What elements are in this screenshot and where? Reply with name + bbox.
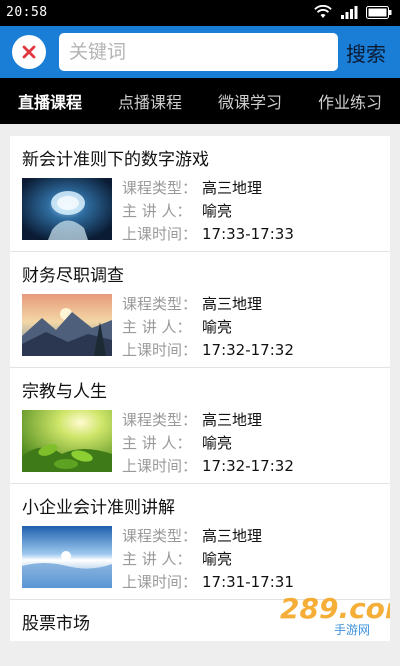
search-bar: 搜索 <box>0 26 400 78</box>
status-time: 20:58 <box>6 5 48 20</box>
course-time: 17:32-17:32 <box>202 456 294 475</box>
course-meta: 课程类型： 高三地理 主 讲 人： 喻亮 上课时间： 17:31-17:31 <box>122 527 294 591</box>
tab-live-courses[interactable]: 直播课程 <box>0 78 100 124</box>
signal-icon <box>341 6 358 19</box>
course-meta: 课程类型： 高三地理 主 讲 人： 喻亮 上课时间： 17:32-17:32 <box>122 411 294 475</box>
list-item[interactable]: 宗教与人生 课程类型： 高三地理 主 讲 人： 喻亮 上课时间： 17:32-17:3… <box>10 368 390 484</box>
course-teacher: 喻亮 <box>202 318 233 336</box>
course-teacher: 喻亮 <box>202 550 233 568</box>
course-type: 高三地理 <box>202 527 263 545</box>
watermark-subtext: 手游网 <box>334 623 370 636</box>
course-time: 17:31-17:31 <box>202 572 294 591</box>
course-title: 财务尽职调查 <box>22 266 124 286</box>
course-thumbnail <box>22 294 112 356</box>
course-thumbnail <box>22 526 112 588</box>
course-thumbnail <box>22 410 112 472</box>
course-thumbnail <box>22 178 112 240</box>
course-type: 高三地理 <box>202 295 263 313</box>
course-title: 新会计准则下的数字游戏 <box>22 150 209 170</box>
clear-button[interactable] <box>12 35 46 69</box>
battery-icon <box>366 5 392 19</box>
course-teacher: 喻亮 <box>202 202 233 220</box>
tab-homework[interactable]: 作业练习 <box>300 78 400 124</box>
tab-bar: 直播课程 点播课程 微课学习 作业练习 <box>0 78 400 124</box>
course-title: 宗教与人生 <box>22 382 107 402</box>
tab-on-demand-courses[interactable]: 点播课程 <box>100 78 200 124</box>
wifi-icon <box>314 5 332 18</box>
list-item[interactable]: 新会计准则下的数字游戏 课程类型： 高三地理 主 讲 人： 喻亮 上课时间： 17:3… <box>10 136 390 252</box>
watermark-text: 289.com <box>280 592 390 625</box>
status-bar: 20:58 <box>0 0 400 26</box>
course-title: 股票市场 <box>22 614 90 634</box>
course-list: 新会计准则下的数字游戏 课程类型： 高三地理 主 讲 人： 喻亮 上课时间： 17:3… <box>10 136 390 641</box>
search-input[interactable] <box>59 33 338 71</box>
course-meta: 课程类型： 高三地理 主 讲 人： 喻亮 上课时间： 17:33-17:33 <box>122 179 294 243</box>
course-time: 17:32-17:32 <box>202 340 294 359</box>
course-type: 高三地理 <box>202 179 263 197</box>
search-button[interactable]: 搜索 <box>346 38 386 67</box>
course-teacher: 喻亮 <box>202 434 233 452</box>
course-time: 17:33-17:33 <box>202 224 294 243</box>
close-icon <box>22 45 36 59</box>
status-icons <box>314 5 392 19</box>
list-item[interactable]: 财务尽职调查 课程类型： 高三地理 主 讲 人： 喻亮 上课时间： 17:32-17:… <box>10 252 390 368</box>
course-meta: 课程类型： 高三地理 主 讲 人： 喻亮 上课时间： 17:32-17:32 <box>122 295 294 359</box>
list-item[interactable]: 小企业会计准则讲解 课程类型： 高三地理 主 讲 人： 喻亮 上课时间： 17:31-… <box>10 484 390 600</box>
tab-micro-courses[interactable]: 微课学习 <box>200 78 300 124</box>
watermark-logo: 289.com 手游网 <box>280 592 390 636</box>
course-type: 高三地理 <box>202 411 263 429</box>
course-title: 小企业会计准则讲解 <box>22 498 175 518</box>
